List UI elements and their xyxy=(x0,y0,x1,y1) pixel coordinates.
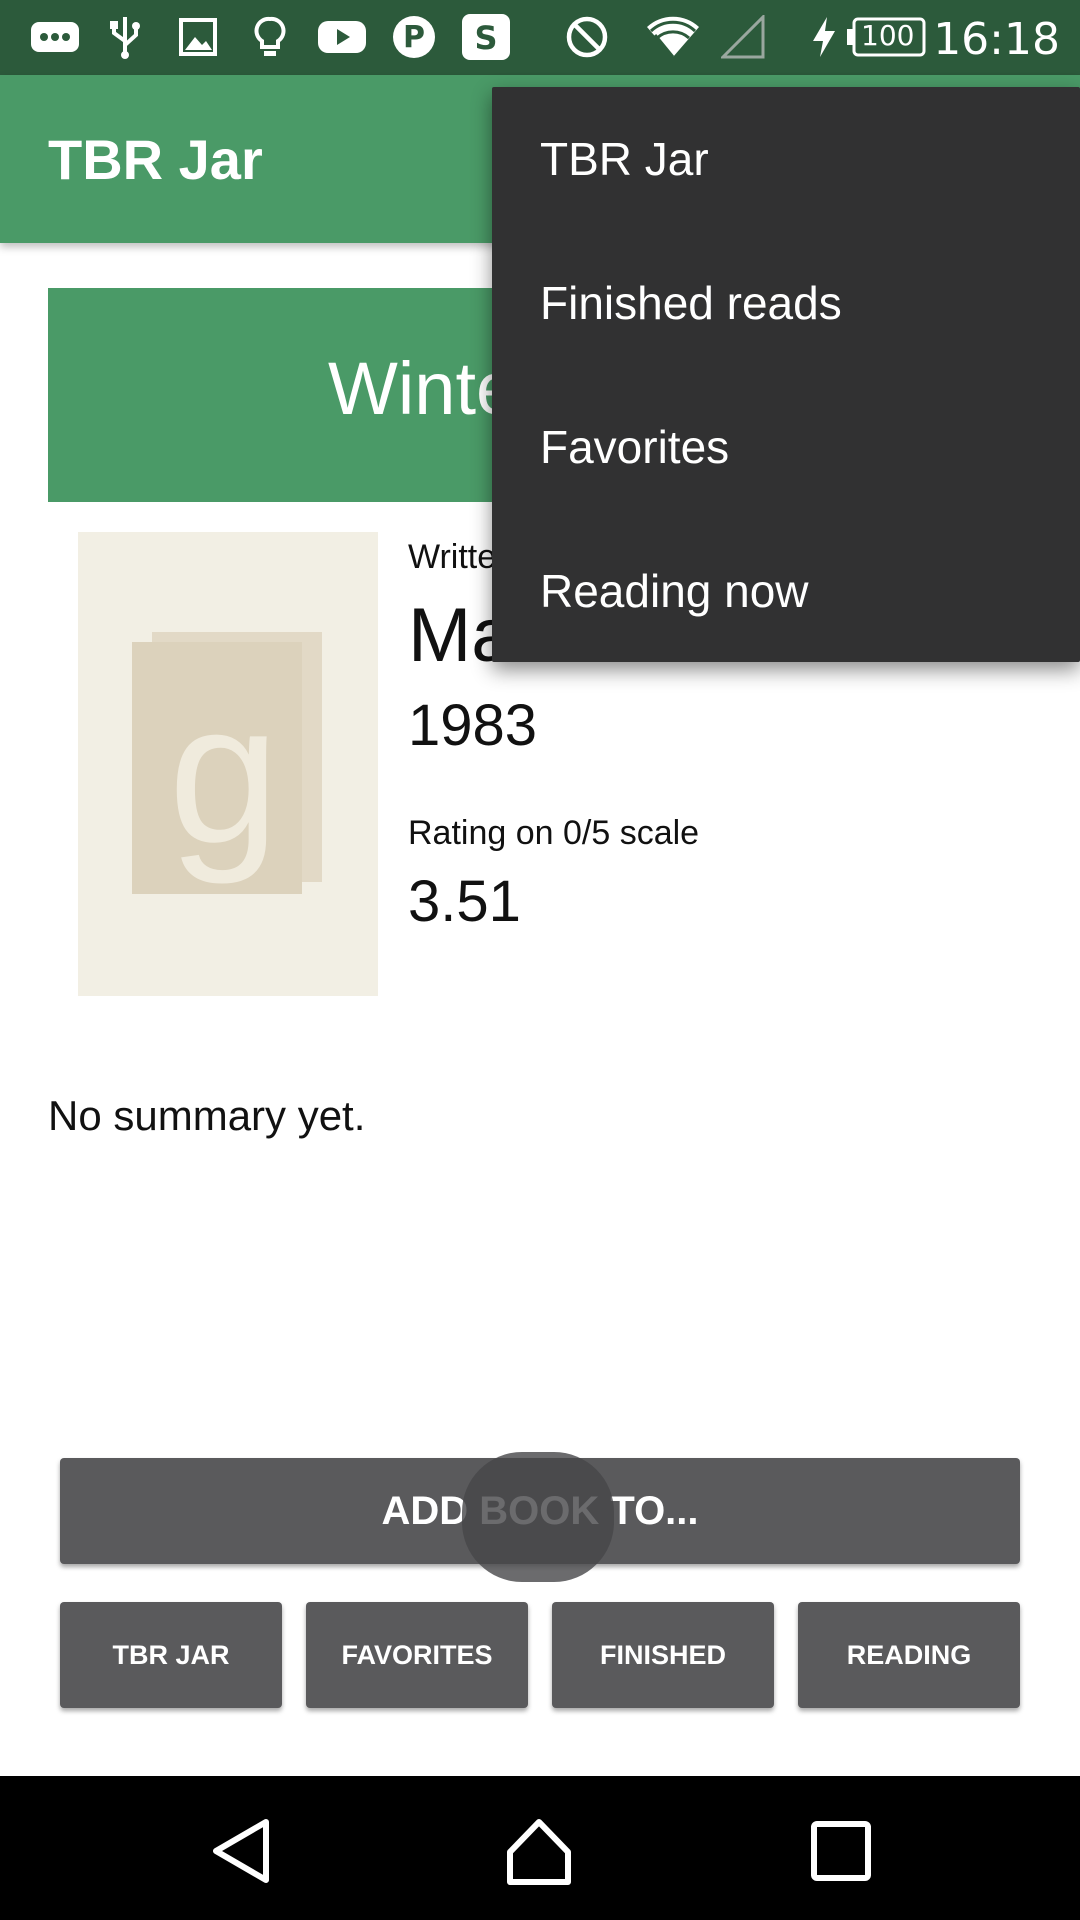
book-cover: g xyxy=(78,532,378,996)
clock: 16:18 xyxy=(933,14,1060,65)
navigation-dropdown-menu: TBR Jar Finished reads Favorites Reading… xyxy=(492,87,1080,662)
rating-value: 3.51 xyxy=(408,869,521,934)
menu-item-tbr-jar[interactable]: TBR Jar xyxy=(540,132,709,186)
lightbulb-icon xyxy=(250,15,290,59)
book-title: Winte xyxy=(328,347,518,430)
status-bar: P S 100 16:18 xyxy=(0,0,1080,75)
charging-icon xyxy=(810,15,838,59)
written-by-label: Writte xyxy=(408,538,497,576)
app-title: TBR Jar xyxy=(48,128,263,191)
navigation-bar xyxy=(0,1776,1080,1920)
s-app-icon: S xyxy=(460,14,512,60)
finished-button[interactable]: FINISHED xyxy=(552,1602,774,1708)
menu-item-reading-now[interactable]: Reading now xyxy=(540,564,809,618)
more-icon xyxy=(28,15,82,59)
gallery-icon xyxy=(176,15,220,59)
menu-item-finished-reads[interactable]: Finished reads xyxy=(540,276,842,330)
reading-button[interactable]: READING xyxy=(798,1602,1020,1708)
book-summary: No summary yet. xyxy=(48,1092,366,1139)
battery-level: 100 xyxy=(861,19,915,52)
wifi-icon xyxy=(644,15,702,59)
signal-icon xyxy=(720,15,766,59)
publication-year: 1983 xyxy=(408,693,538,758)
menu-item-favorites[interactable]: Favorites xyxy=(540,420,729,474)
home-icon[interactable] xyxy=(504,1816,574,1886)
youtube-icon xyxy=(316,15,368,59)
rating-label: Rating on 0/5 scale xyxy=(408,814,700,852)
pinterest-icon: P xyxy=(390,15,438,59)
back-icon[interactable] xyxy=(206,1816,276,1886)
favorites-button[interactable]: FAVORITES xyxy=(306,1602,528,1708)
svg-text:g: g xyxy=(168,662,279,885)
svg-text:S: S xyxy=(474,19,497,57)
usb-icon xyxy=(105,15,145,59)
recents-icon[interactable] xyxy=(806,1816,876,1886)
goodreads-book-icon: g xyxy=(132,632,322,894)
svg-text:P: P xyxy=(403,20,425,55)
tbr-jar-button[interactable]: TBR JAR xyxy=(60,1602,282,1708)
battery-indicator: 100 xyxy=(845,15,927,59)
touch-ripple xyxy=(462,1452,614,1582)
do-not-disturb-icon xyxy=(564,15,610,59)
